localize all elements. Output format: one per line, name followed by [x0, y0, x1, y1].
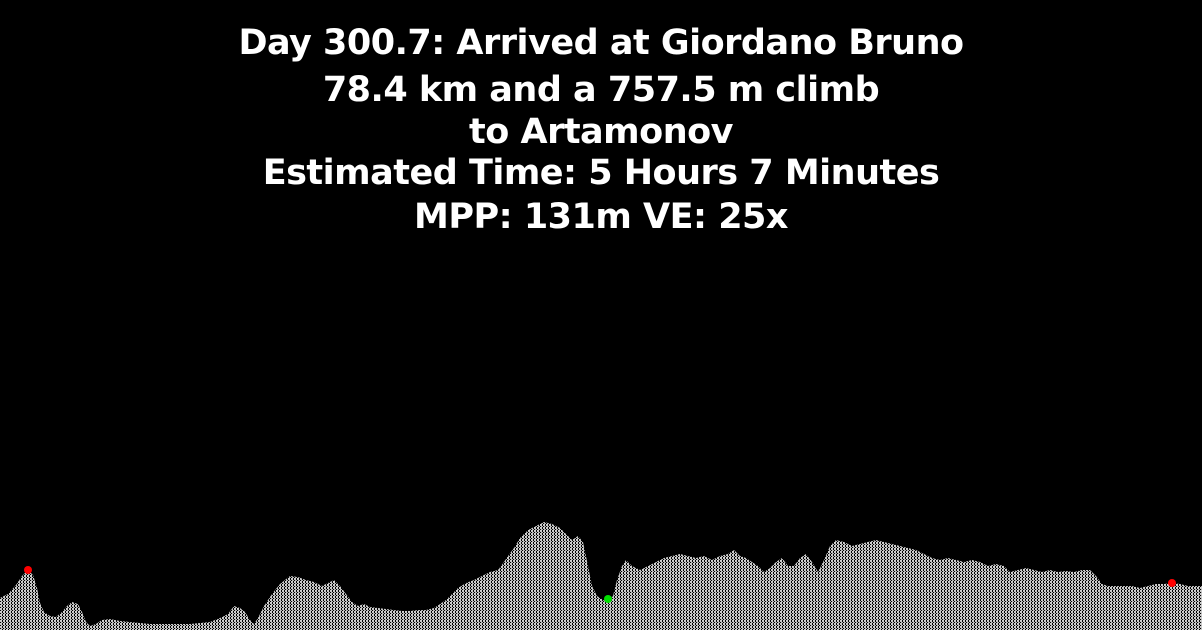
current-position-marker: [604, 595, 612, 603]
terrain-area: [0, 522, 1202, 630]
elevation-profile-screen: { "header": { "line1": "Day 300.7: Arriv…: [0, 0, 1202, 630]
elevation-profile: [0, 522, 1202, 630]
start-waypoint-marker: [24, 566, 32, 574]
end-waypoint-marker: [1168, 579, 1176, 587]
